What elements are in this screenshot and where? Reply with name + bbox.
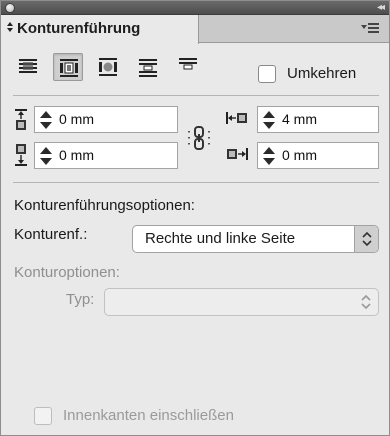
top-offset-value: 0 mm [59,111,94,127]
left-offset-value: 4 mm [282,111,317,127]
invert-label: Umkehren [287,65,357,82]
jump-object-icon [139,59,157,77]
left-offset-stepper[interactable] [263,110,275,130]
tab-text-wrap[interactable]: Konturenführung [1,15,199,44]
right-offset-icon [227,148,248,160]
chevron-updown-icon[interactable] [354,226,378,252]
top-offset-field[interactable]: 0 mm [34,106,178,133]
top-offset-stepper[interactable] [40,110,52,130]
chevron-updown-icon[interactable] [354,289,378,315]
right-offset-stepper[interactable] [263,146,275,166]
tab-expand-icon[interactable] [6,21,14,34]
wrap-object-shape-icon [99,58,117,76]
bottom-offset-value: 0 mm [59,147,94,163]
include-inside-edges-checkbox[interactable] [34,407,52,425]
separator [13,182,379,183]
wrap-to-label: Konturenf.: [14,226,88,243]
top-offset-icon [15,109,27,130]
wrap-to-value: Rechte und linke Seite [145,230,296,247]
contour-type-label: Typ: [66,291,95,308]
panel-tab-row: Konturenführung [1,15,389,44]
include-inside-edges-label: Innenkanten einschließen [63,407,234,424]
wrap-bounding-box-button[interactable] [53,53,83,81]
tab-label: Konturenführung [17,20,141,37]
close-icon[interactable] [5,3,15,13]
left-offset-icon [226,112,247,124]
invert-checkbox[interactable] [258,65,276,83]
text-wrap-panel: ◂◂ Konturenführung Umkehren 0 mm 0 mm 4 … [0,0,390,436]
panel-title-bar[interactable]: ◂◂ [1,1,389,15]
collapse-panel-icon[interactable]: ◂◂ [377,1,385,15]
separator [13,95,379,96]
left-offset-field[interactable]: 4 mm [257,106,379,133]
right-offset-field[interactable]: 0 mm [257,142,379,169]
jump-next-column-button[interactable] [173,53,203,81]
link-chain-icon[interactable] [186,125,212,151]
bottom-offset-field[interactable]: 0 mm [34,142,178,169]
right-offset-value: 0 mm [282,147,317,163]
jump-object-button[interactable] [133,53,163,81]
contour-options-heading: Konturoptionen: [14,264,120,281]
panel-menu-icon[interactable] [361,22,381,34]
no-wrap-button[interactable] [13,53,43,81]
jump-next-column-icon [179,58,197,70]
no-wrap-icon [19,59,37,73]
bottom-offset-stepper[interactable] [40,146,52,166]
wrap-options-heading: Konturenführungsoptionen: [14,197,195,214]
bottom-offset-icon [15,144,27,166]
wrap-object-shape-button[interactable] [93,53,123,81]
wrap-bounding-box-icon [60,59,78,77]
contour-type-select[interactable] [104,288,379,316]
wrap-to-select[interactable]: Rechte und linke Seite [132,225,379,253]
